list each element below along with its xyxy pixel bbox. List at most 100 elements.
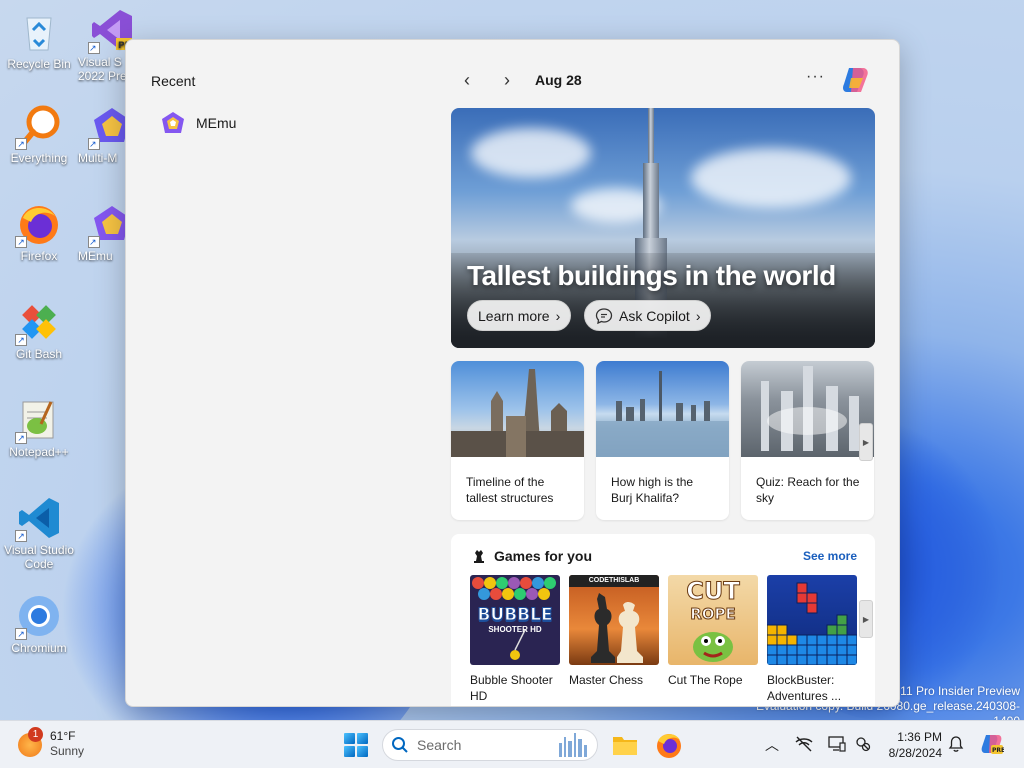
desktop-icon-multi-memu[interactable]: ↗ Multi-M	[78, 104, 130, 165]
hero-title: Tallest buildings in the world	[467, 260, 836, 291]
chevron-right-icon: ›	[695, 307, 701, 324]
blockbuster-art	[767, 575, 857, 665]
display-icon[interactable]	[828, 735, 846, 753]
desktop-icon-everything[interactable]: ↗ Everything	[1, 104, 77, 165]
desktop-icon-label: MEmu	[78, 249, 113, 263]
magnifier-icon: ↗	[15, 104, 61, 150]
desktop-icon-label: Everything	[10, 151, 68, 165]
clock-date: 8/28/2024	[888, 746, 942, 760]
cathedral-thumbnail	[451, 361, 584, 457]
desktop-icon-git-bash[interactable]: ↗ Git Bash	[1, 300, 77, 361]
firefox-taskbar-icon[interactable]	[655, 731, 683, 759]
cut-the-rope-art: CUT ROPE	[668, 575, 758, 665]
game-tile-cut-the-rope[interactable]: CUT ROPE Cut The Rope	[668, 575, 758, 688]
cards-scroll-right-button[interactable]: ▶	[859, 423, 873, 461]
more-options-button[interactable]: ···	[806, 68, 825, 86]
git-bash-icon: ↗	[15, 300, 61, 346]
show-hidden-icons-chevron[interactable]: ︿	[765, 735, 779, 755]
desktop-icon-label: Chromium	[11, 641, 67, 655]
file-explorer-icon[interactable]	[611, 731, 639, 759]
desktop-icon-label: Multi-M	[78, 151, 118, 165]
article-card[interactable]: Quiz: Reach for the sky	[741, 361, 874, 520]
desktop-icon-label: Notepad++	[9, 445, 69, 459]
notification-bell-icon[interactable]	[948, 735, 964, 753]
chat-bubble-icon	[595, 307, 613, 324]
recent-heading: Recent	[151, 73, 196, 89]
game-tile-bubble-shooter[interactable]: BUBBLE SHOOTER HD Bubble Shooter HD	[470, 575, 560, 704]
learn-more-button[interactable]: Learn more ›	[467, 300, 572, 331]
burj-khalifa-thumbnail	[596, 361, 729, 457]
hero-cloud	[471, 128, 591, 178]
previous-day-button[interactable]: ‹	[457, 70, 477, 90]
ask-copilot-button[interactable]: Ask Copilot ›	[584, 300, 712, 331]
start-button[interactable]	[344, 733, 368, 757]
article-card[interactable]: Timeline of the tallest structures	[451, 361, 584, 520]
see-more-link[interactable]: See more	[803, 549, 857, 563]
notepad-plus-plus-icon: ↗	[15, 398, 61, 444]
memu-icon	[162, 112, 184, 133]
games-scroll-right-button[interactable]: ▶	[859, 600, 873, 638]
game-name: Bubble Shooter HD	[470, 673, 553, 703]
hero-tower-mid	[643, 163, 659, 243]
master-chess-art: CODETHISLAB	[569, 575, 659, 665]
bubble-shooter-art: BUBBLE SHOOTER HD	[470, 575, 560, 665]
weather-widget[interactable]: 1 61°F Sunny	[18, 727, 85, 759]
copilot-icon[interactable]	[839, 64, 871, 96]
hero-tower-spire	[648, 108, 654, 168]
article-card[interactable]: How high is the Burj Khalifa?	[596, 361, 729, 520]
search-highlight-skyline-icon	[559, 733, 587, 757]
desktop-icon-label: Firefox	[20, 249, 58, 263]
game-tile-master-chess[interactable]: CODETHISLAB Master Chess	[569, 575, 659, 688]
bubble-shooter-logo-subtext: SHOOTER HD	[488, 625, 542, 634]
card-caption: Quiz: Reach for the sky	[756, 475, 860, 505]
windows-logo-tile	[357, 746, 368, 757]
clock[interactable]: 1:36 PM 8/28/2024	[882, 729, 942, 761]
shortcut-arrow-icon: ↗	[15, 628, 27, 640]
desktop-icon-recycle-bin[interactable]: Recycle Bin	[1, 10, 77, 71]
game-name: Master Chess	[569, 673, 644, 687]
shortcut-arrow-icon: ↗	[15, 138, 27, 150]
hero-card[interactable]: Tallest buildings in the world Learn mor…	[451, 108, 875, 348]
copilot-preview-icon[interactable]: PRE	[980, 732, 1004, 756]
games-section: Games for you See more BUBBLE SHOOTER HD…	[451, 534, 875, 706]
copilot-discover-panel: Recent MEmu ‹ › Aug 28 ··· Tallest build…	[125, 39, 900, 707]
firefox-icon: ↗	[15, 202, 61, 248]
game-tile-blockbuster[interactable]: BlockBuster: Adventures ...	[767, 575, 857, 704]
weather-condition: Sunny	[50, 744, 85, 758]
settings-sync-icon[interactable]	[854, 735, 872, 753]
taskbar: 1 61°F Sunny ︿ 1:36 PM 8/28/2024 PRE	[0, 720, 1024, 768]
windows-logo-tile	[357, 733, 368, 744]
taskbar-search-box[interactable]	[382, 729, 598, 761]
chevron-right-icon: ›	[555, 307, 561, 324]
hero-cloud	[691, 148, 851, 208]
shortcut-arrow-icon: ↗	[88, 42, 100, 54]
windows-logo-tile	[344, 746, 355, 757]
shortcut-arrow-icon: ↗	[15, 432, 27, 444]
next-day-button[interactable]: ›	[497, 70, 517, 90]
games-heading: Games for you	[471, 548, 592, 564]
triangle-right-icon: ▶	[862, 614, 870, 624]
recent-item-memu[interactable]: MEmu	[156, 108, 240, 138]
desktop-icon-memu[interactable]: ↗ MEmu	[78, 202, 130, 263]
bubble-shooter-logo-text: BUBBLE	[477, 605, 553, 626]
card-caption: Timeline of the tallest structures	[466, 475, 554, 505]
recycle-bin-icon	[17, 10, 61, 54]
chevron-right-icon: ›	[504, 69, 510, 90]
network-disconnected-icon[interactable]	[795, 736, 813, 752]
desktop-icon-notepad-plus-plus[interactable]: ↗ Notepad++	[1, 398, 77, 459]
desktop-icon-label: Visual Studio Code	[4, 543, 74, 571]
search-input[interactable]	[417, 737, 537, 753]
shortcut-arrow-icon: ↗	[15, 334, 27, 346]
desktop-icon-vscode[interactable]: ↗ Visual Studio Code	[1, 496, 77, 571]
clock-time: 1:36 PM	[897, 730, 942, 744]
skyline-thumbnail	[741, 361, 874, 457]
desktop-icon-firefox[interactable]: ↗ Firefox	[1, 202, 77, 263]
chromium-icon: ↗	[15, 594, 61, 640]
notification-badge: 1	[28, 727, 43, 742]
shortcut-arrow-icon: ↗	[88, 236, 100, 248]
shortcut-arrow-icon: ↗	[88, 138, 100, 150]
desktop-icon-chromium[interactable]: ↗ Chromium	[1, 594, 77, 655]
learn-more-label: Learn more	[478, 307, 550, 324]
svg-text:PRE: PRE	[992, 747, 1004, 754]
games-title: Games for you	[494, 548, 593, 564]
